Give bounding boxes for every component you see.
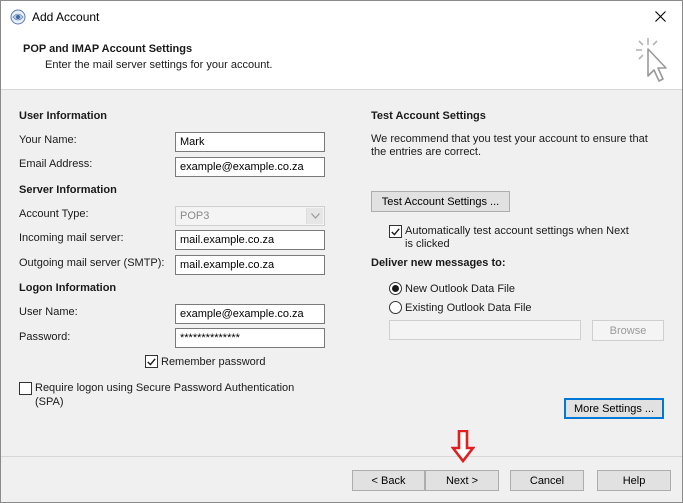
next-button[interactable]: Next > — [425, 470, 499, 491]
your-name-input[interactable]: Mark — [175, 132, 325, 152]
title-bar: Add Account — [1, 1, 682, 32]
incoming-server-label: Incoming mail server: — [19, 232, 124, 244]
existing-data-file-radio[interactable] — [389, 301, 402, 314]
deliver-messages-heading: Deliver new messages to: — [371, 257, 506, 269]
footer-divider — [1, 456, 682, 457]
header-subtitle: Enter the mail server settings for your … — [45, 59, 273, 71]
new-data-file-radio[interactable] — [389, 282, 402, 295]
data-file-path-input — [389, 320, 581, 340]
account-type-value: POP3 — [180, 210, 210, 222]
cursor-click-icon — [636, 38, 667, 82]
outlook-app-icon — [10, 9, 26, 25]
checkmark-icon — [147, 357, 156, 366]
remember-password-label: Remember password — [161, 356, 266, 368]
radio-selected-dot — [392, 285, 399, 292]
auto-test-label-line1: Automatically test account settings when… — [405, 225, 629, 237]
auto-test-label-line2: is clicked — [405, 238, 450, 250]
back-button[interactable]: < Back — [352, 470, 425, 491]
dropdown-arrow — [306, 208, 323, 224]
password-label: Password: — [19, 331, 71, 343]
user-name-label: User Name: — [19, 306, 78, 318]
cancel-button[interactable]: Cancel — [510, 470, 584, 491]
spa-checkbox[interactable] — [19, 382, 32, 395]
test-description-line2: the entries are correct. — [371, 146, 482, 158]
logon-information-heading: Logon Information — [19, 282, 117, 294]
account-type-select[interactable]: POP3 — [175, 206, 325, 226]
browse-button[interactable]: Browse — [592, 320, 664, 341]
email-address-label: Email Address: — [19, 158, 93, 170]
account-type-label: Account Type: — [19, 208, 89, 220]
test-description-line1: We recommend that you test your account … — [371, 133, 648, 145]
more-settings-button[interactable]: More Settings ... — [564, 398, 664, 419]
user-name-input[interactable]: example@example.co.za — [175, 304, 325, 324]
window-title: Add Account — [32, 10, 100, 24]
test-account-settings-button[interactable]: Test Account Settings ... — [371, 191, 510, 212]
checkmark-icon — [391, 227, 400, 236]
existing-data-file-label: Existing Outlook Data File — [405, 302, 532, 314]
close-icon — [654, 11, 666, 22]
your-name-label: Your Name: — [19, 134, 77, 146]
test-account-settings-heading: Test Account Settings — [371, 110, 486, 122]
spa-label-line1: Require logon using Secure Password Auth… — [35, 382, 295, 394]
user-information-heading: User Information — [19, 110, 108, 122]
outgoing-server-label: Outgoing mail server (SMTP): — [19, 257, 165, 269]
help-button[interactable]: Help — [597, 470, 671, 491]
add-account-dialog: Add Account POP and IMAP Account Setting… — [0, 0, 683, 503]
outgoing-server-input[interactable]: mail.example.co.za — [175, 255, 325, 275]
chevron-down-icon — [310, 213, 320, 219]
email-address-input[interactable]: example@example.co.za — [175, 157, 325, 177]
close-button[interactable] — [638, 1, 682, 32]
spa-label-line2: (SPA) — [35, 396, 64, 408]
incoming-server-input[interactable]: mail.example.co.za — [175, 230, 325, 250]
dialog-header: POP and IMAP Account Settings Enter the … — [1, 32, 682, 90]
red-down-arrow-icon — [451, 430, 475, 463]
new-data-file-label: New Outlook Data File — [405, 283, 516, 295]
remember-password-checkbox[interactable] — [145, 355, 158, 368]
password-input[interactable]: ************** — [175, 328, 325, 348]
header-title: POP and IMAP Account Settings — [23, 43, 193, 55]
auto-test-checkbox[interactable] — [389, 225, 402, 238]
server-information-heading: Server Information — [19, 184, 117, 196]
